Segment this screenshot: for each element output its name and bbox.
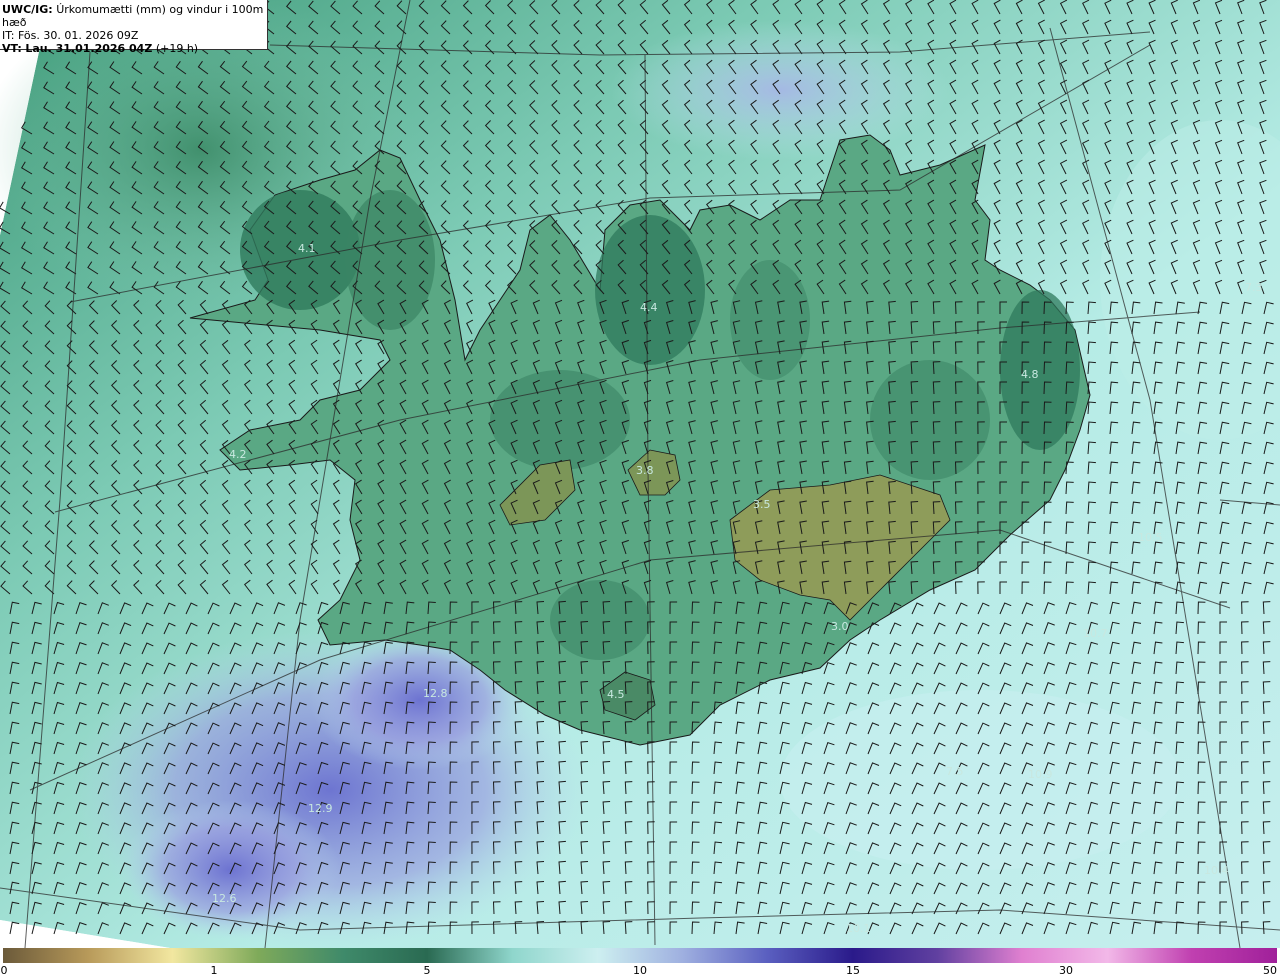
valid-time-line: VT: Lau. 31.01.2026 04Z (+19 h) (2, 42, 267, 55)
value-label: 7.3 (1245, 281, 1263, 294)
title-line: UWC/IG: Úrkomumætti (mm) og vindur i 100… (2, 3, 267, 29)
colorbar-tick: 50 (1263, 964, 1277, 977)
value-label: 3.5 (753, 498, 771, 511)
colorbar-tick: 0 (0, 964, 8, 977)
info-box: UWC/IG: Úrkomumætti (mm) og vindur i 100… (0, 0, 268, 55)
colorbar-tick: 1 (210, 964, 218, 977)
colorbar-tick: 5 (423, 964, 431, 977)
valid-prefix: VT: (2, 42, 22, 55)
value-label: 12.8 (423, 687, 448, 700)
value-label: 10.9 (1028, 768, 1053, 781)
model-name: UWC/IG: (2, 3, 53, 16)
colorbar-tick: 30 (1059, 964, 1073, 977)
weather-map: 4.1 4.4 4.2 3.8 3.5 4.8 7.3 10.5 3.0 4.5… (0, 0, 1280, 948)
valid-time: Lau. 31.01.2026 04Z (25, 42, 153, 55)
colorbar-tick: 15 (846, 964, 860, 977)
value-label: 10.1 (846, 922, 871, 935)
value-label: 10.5 (1138, 531, 1163, 544)
value-label: 12.9 (308, 802, 333, 815)
colorbar-tick: 10 (633, 964, 647, 977)
value-label: 4.2 (229, 448, 247, 461)
colorbar: 0 1 5 10 15 30 50 (0, 948, 1280, 978)
value-label: 3.0 (831, 620, 849, 633)
value-label: 3.8 (636, 464, 654, 477)
value-label: 10.4 (1204, 864, 1229, 877)
value-label: 4.4 (640, 301, 658, 314)
lead-time: (+19 h) (155, 42, 199, 55)
colorbar-strip (3, 948, 1277, 963)
issue-time: IT: Fös. 30. 01. 2026 09Z (2, 29, 139, 42)
value-label: 4.8 (1021, 368, 1039, 381)
value-label: 12.6 (212, 892, 237, 905)
value-label: 4.5 (607, 688, 625, 701)
value-label: 10.7 (1083, 627, 1108, 640)
value-label: 7.5 (946, 765, 964, 778)
value-label: 4.1 (298, 242, 316, 255)
